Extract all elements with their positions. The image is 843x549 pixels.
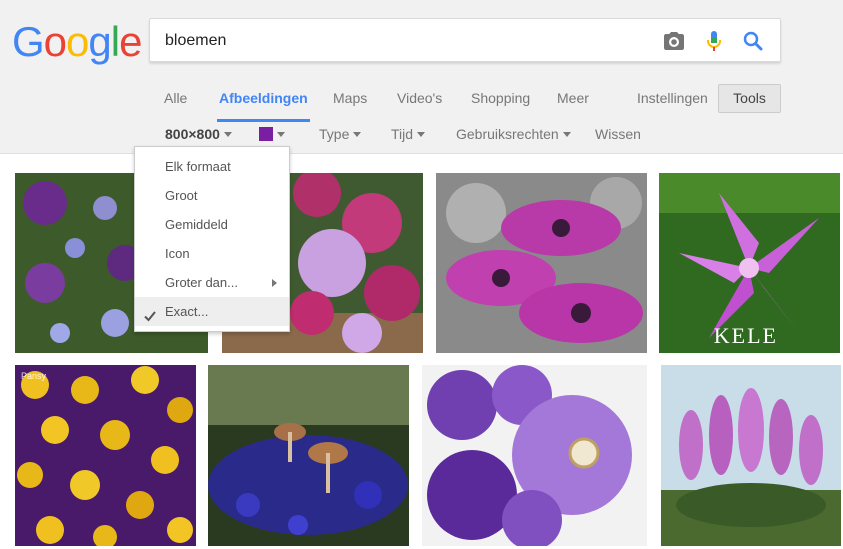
size-filter-label: 800×800 (165, 126, 220, 142)
usage-rights-label: Gebruiksrechten (456, 126, 559, 142)
chevron-down-icon (562, 131, 571, 137)
type-filter[interactable]: Type (319, 124, 362, 144)
pampas-grass-image (661, 365, 841, 546)
tab-alle[interactable]: Alle (164, 86, 187, 122)
google-logo[interactable]: Google (12, 18, 142, 66)
chevron-down-icon (417, 131, 426, 137)
tab-meer[interactable]: Meer (557, 86, 589, 122)
search-icon[interactable] (741, 29, 765, 53)
search-box (149, 18, 781, 62)
size-option-large[interactable]: Groot (135, 181, 289, 210)
pansy-image (15, 365, 196, 546)
size-dropdown-menu: Elk formaat Groot Gemiddeld Icon Groter … (134, 146, 290, 332)
header: Google Alle Afbeeldingen Maps Video's Sh… (0, 0, 843, 154)
settings-link[interactable]: Instellingen (637, 86, 708, 122)
chevron-right-icon (272, 279, 277, 287)
image-result[interactable] (208, 365, 409, 546)
checkmark-icon (143, 304, 157, 322)
image-watermark: Pansy (21, 371, 47, 381)
size-option-any[interactable]: Elk formaat (135, 152, 289, 181)
microphone-icon[interactable] (702, 29, 726, 53)
usage-rights-filter[interactable]: Gebruiksrechten (456, 124, 571, 144)
time-filter[interactable]: Tijd (391, 124, 426, 144)
tools-filter-bar: 800×800 Type Tijd Gebruiksrechten Wissen (0, 124, 843, 146)
camera-icon[interactable] (662, 29, 686, 53)
image-result[interactable] (422, 365, 647, 546)
image-result[interactable] (661, 365, 841, 546)
tab-afbeeldingen[interactable]: Afbeeldingen (217, 86, 310, 122)
osteospermum-image (436, 173, 647, 353)
clear-filters-link[interactable]: Wissen (595, 124, 641, 144)
size-option-larger-than-label: Groter dan... (165, 275, 238, 290)
logo-letter: G (12, 18, 45, 65)
logo-letter: g (88, 18, 111, 65)
logo-letter: l (110, 18, 120, 65)
chevron-down-icon (353, 131, 362, 137)
chevron-down-icon (277, 131, 285, 137)
size-option-icon[interactable]: Icon (135, 239, 289, 268)
logo-letter: o (43, 18, 67, 65)
image-result[interactable] (436, 173, 647, 353)
logo-letter: e (119, 18, 142, 65)
image-watermark: KELE (713, 323, 778, 348)
search-tabs: Alle Afbeeldingen Maps Video's Shopping … (0, 86, 843, 122)
logo-letter: o (66, 18, 89, 65)
size-option-exact[interactable]: Exact... (135, 297, 289, 326)
color-filter[interactable] (259, 124, 285, 144)
time-filter-label: Tijd (391, 126, 414, 142)
size-filter[interactable]: 800×800 (165, 124, 232, 144)
tab-maps[interactable]: Maps (333, 86, 367, 122)
tools-button[interactable]: Tools (718, 84, 781, 113)
image-result[interactable]: KELE (659, 173, 840, 353)
chevron-down-icon (223, 131, 232, 137)
search-input[interactable] (165, 28, 645, 54)
type-filter-label: Type (319, 126, 350, 142)
fabric-flower-image (422, 365, 647, 546)
tab-videos[interactable]: Video's (397, 86, 442, 122)
size-option-exact-label: Exact... (165, 304, 209, 319)
image-result[interactable]: Pansy (15, 365, 196, 546)
lobelia-image (208, 365, 409, 546)
color-swatch (259, 126, 273, 141)
size-option-medium[interactable]: Gemiddeld (135, 210, 289, 239)
size-option-larger-than[interactable]: Groter dan... (135, 268, 289, 297)
tab-shopping[interactable]: Shopping (471, 86, 530, 122)
